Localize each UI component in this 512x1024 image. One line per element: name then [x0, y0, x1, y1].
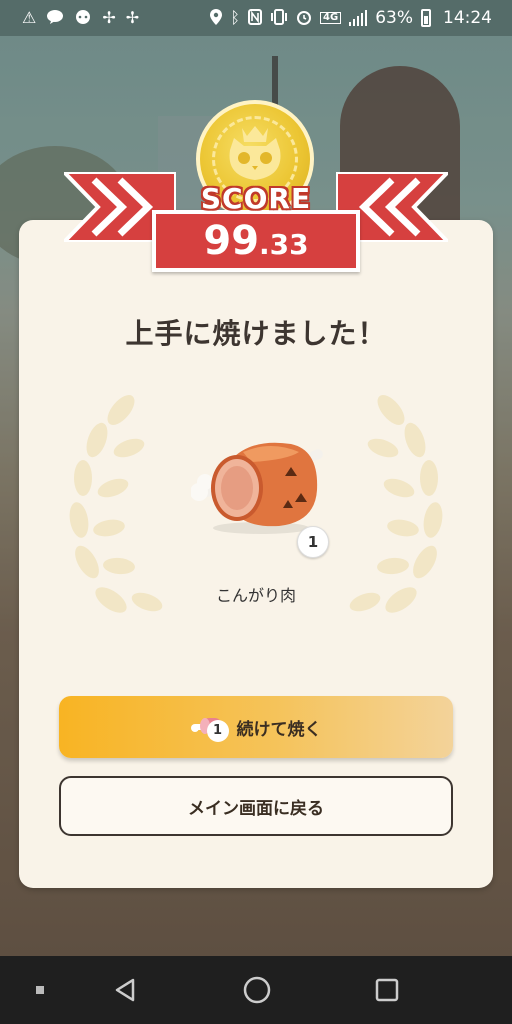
chat-icon	[74, 9, 92, 28]
result-title: 上手に焼けました！	[125, 317, 387, 350]
battery-percent: 63%	[375, 8, 413, 28]
cost-count-badge: 1	[206, 720, 229, 742]
result-card: 上手に焼けました！ 1 こんがり肉 1 続けて焼く メイン画面に戻る	[19, 220, 493, 888]
overview-icon[interactable]	[362, 956, 412, 1024]
return-to-main-button[interactable]: メイン画面に戻る	[59, 776, 453, 836]
score-label: SCORE	[200, 182, 312, 215]
navigation-bar	[0, 956, 512, 1024]
nfc-icon	[248, 8, 263, 28]
location-icon	[210, 8, 223, 28]
score-value-decimal: .33	[259, 228, 309, 261]
clock: 14:24	[443, 8, 492, 28]
vibrate-icon	[270, 8, 288, 28]
continue-grilling-label: 続けて焼く	[236, 719, 322, 740]
item-quantity-badge: 1	[297, 526, 329, 558]
home-icon[interactable]	[232, 956, 282, 1024]
back-icon[interactable]	[100, 956, 150, 1024]
recent-apps-icon[interactable]	[20, 956, 60, 1024]
battery-icon	[421, 9, 431, 27]
bluetooth-icon: ᛒ	[230, 8, 241, 27]
score-value-integer: 99	[203, 218, 260, 264]
pinwheel-icon: ✢	[125, 8, 140, 27]
item-name: こんがり肉	[215, 586, 296, 605]
status-bar: ⚠ ✢ ✢ ᛒ 4G 63% 14:24	[0, 0, 512, 36]
pinwheel-icon: ✢	[102, 8, 116, 27]
alarm-icon	[296, 9, 312, 28]
system-icons: ᛒ 4G 63% 14:24	[210, 0, 492, 36]
line-icon	[46, 9, 64, 28]
raw-meat-cost: 1	[190, 712, 231, 742]
continue-grilling-button[interactable]: 1 続けて焼く	[59, 696, 453, 758]
4g-icon: 4G	[320, 12, 342, 24]
well-done-meat-icon	[191, 442, 323, 534]
signal-icon	[349, 10, 368, 26]
score-value: 99.33	[152, 218, 360, 264]
warning-icon: ⚠	[22, 8, 37, 27]
notification-icons: ⚠ ✢ ✢	[22, 0, 139, 36]
